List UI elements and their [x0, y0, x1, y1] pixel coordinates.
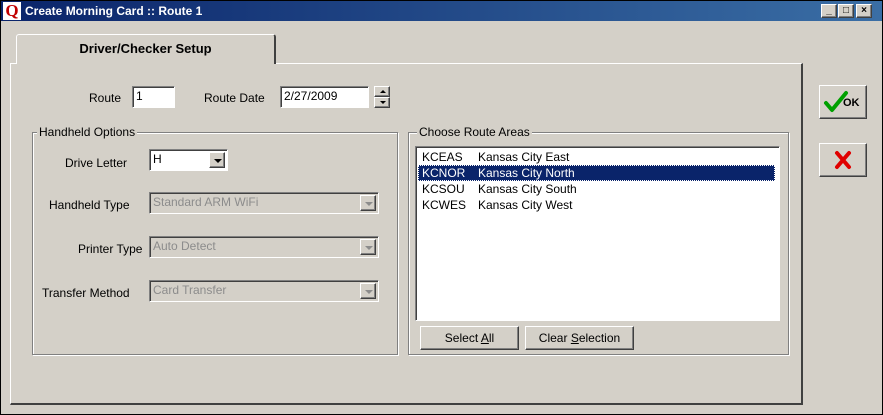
- clear-pre: Clear: [538, 331, 571, 345]
- printer-type-dropdown-button[interactable]: [360, 239, 376, 255]
- route-areas-listbox[interactable]: KCEAS Kansas City East KCNOR Kansas City…: [415, 146, 780, 321]
- list-item[interactable]: KCWES Kansas City West: [418, 197, 775, 213]
- area-code: KCNOR: [422, 166, 466, 180]
- chevron-down-icon: [365, 202, 373, 206]
- handheld-type-label: Handheld Type: [49, 198, 130, 212]
- area-name: Kansas City East: [478, 150, 570, 164]
- transfer-method-select[interactable]: Card Transfer: [149, 280, 379, 302]
- area-name: Kansas City South: [478, 182, 577, 196]
- route-input[interactable]: 1: [132, 86, 175, 108]
- area-name: Kansas City North: [478, 166, 575, 180]
- area-code: KCWES: [422, 198, 467, 212]
- printer-type-select[interactable]: Auto Detect: [149, 236, 379, 258]
- spin-down-button[interactable]: [374, 97, 390, 108]
- chevron-down-icon: [214, 159, 222, 163]
- drive-letter-select[interactable]: H: [149, 149, 228, 171]
- printer-type-label: Printer Type: [78, 242, 143, 256]
- handheld-type-select[interactable]: Standard ARM WiFi: [149, 192, 379, 214]
- select-all-key: A: [480, 331, 489, 345]
- arrow-down-icon: [380, 101, 386, 104]
- clear-key: S: [570, 331, 579, 345]
- ok-button[interactable]: OK: [819, 85, 867, 119]
- drive-letter-value: H: [153, 152, 162, 166]
- handheld-type-value: Standard ARM WiFi: [153, 195, 259, 209]
- drive-letter-label: Drive Letter: [65, 156, 128, 170]
- route-areas-title: Choose Route Areas: [417, 125, 532, 139]
- list-item[interactable]: KCSOU Kansas City South: [418, 181, 775, 197]
- chevron-down-icon: [365, 290, 373, 294]
- route-label: Route: [89, 91, 122, 105]
- printer-type-value: Auto Detect: [153, 239, 216, 253]
- list-item[interactable]: KCEAS Kansas City East: [418, 149, 775, 165]
- tab-driver-checker-setup[interactable]: Driver/Checker Setup: [16, 34, 276, 64]
- cancel-button[interactable]: [819, 143, 867, 177]
- transfer-method-label: Transfer Method: [42, 286, 130, 300]
- minimize-button[interactable]: _: [821, 4, 837, 18]
- transfer-method-dropdown-button[interactable]: [360, 283, 376, 299]
- select-all-post: ll: [488, 331, 495, 345]
- route-date-input[interactable]: 2/27/2009: [280, 86, 369, 108]
- route-date-spinner[interactable]: [374, 86, 390, 108]
- spin-up-button[interactable]: [374, 86, 390, 97]
- maximize-button[interactable]: □: [838, 4, 854, 18]
- clear-post: election: [578, 331, 621, 345]
- arrow-up-icon: [380, 90, 386, 93]
- area-code: KCSOU: [422, 182, 465, 196]
- x-icon: [835, 151, 851, 169]
- handheld-type-dropdown-button[interactable]: [360, 195, 376, 211]
- drive-letter-dropdown-button[interactable]: [209, 152, 225, 168]
- app-logo-icon: Q: [3, 2, 21, 20]
- clear-selection-button[interactable]: Clear Selection: [525, 326, 634, 350]
- route-date-label: Route Date: [204, 91, 265, 105]
- area-code: KCEAS: [422, 150, 463, 164]
- close-button[interactable]: ×: [856, 4, 872, 18]
- dialog-window: Q Create Morning Card :: Route 1 _ □ × D…: [0, 0, 883, 415]
- tab-label: Driver/Checker Setup: [79, 41, 212, 56]
- window-title: Create Morning Card :: Route 1: [25, 4, 203, 18]
- transfer-method-value: Card Transfer: [153, 283, 227, 297]
- chevron-down-icon: [365, 246, 373, 250]
- ok-label: OK: [843, 97, 860, 109]
- handheld-options-title: Handheld Options: [37, 125, 138, 139]
- title-bar[interactable]: Q Create Morning Card :: Route 1 _ □ ×: [1, 1, 882, 21]
- select-all-pre: Select: [444, 331, 481, 345]
- select-all-button[interactable]: Select All: [420, 326, 519, 350]
- list-item[interactable]: KCNOR Kansas City North: [418, 165, 775, 181]
- area-name: Kansas City West: [478, 198, 573, 212]
